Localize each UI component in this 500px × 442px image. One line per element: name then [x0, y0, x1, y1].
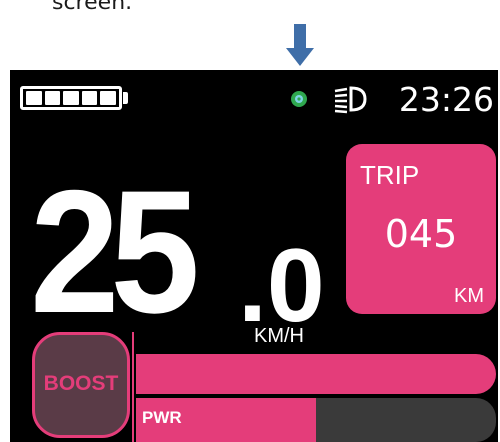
power-indicator-bar [136, 354, 496, 394]
battery-cell [44, 91, 61, 105]
trip-unit: KM [454, 285, 484, 307]
clock: 23:26 [398, 80, 494, 119]
battery-cell [100, 91, 116, 105]
status-bar: 23:26 [10, 70, 498, 128]
caption-text: screen. [52, 0, 133, 15]
battery-cell [26, 91, 42, 105]
trip-card[interactable]: TRIP 045 KM [346, 144, 496, 314]
battery-tip [123, 92, 128, 104]
trip-label: TRIP [360, 160, 420, 190]
bike-display-screen: 23:26 25 .0 KM/H TRIP 045 KM BOOST PWR [10, 70, 498, 442]
speed-unit: KM/H [254, 325, 304, 347]
battery-cell [81, 91, 98, 105]
power-level-track [136, 398, 496, 442]
pwr-label: PWR [142, 408, 182, 427]
speed-decimal: .0 [238, 228, 325, 344]
boost-button[interactable]: BOOST [32, 332, 130, 438]
gps-status-icon [291, 91, 307, 107]
battery-icon [20, 86, 122, 110]
trip-value: 045 [384, 212, 458, 256]
battery-cell [63, 91, 79, 105]
boost-label: BOOST [43, 372, 119, 395]
divider [132, 332, 134, 442]
down-arrow-icon [286, 24, 314, 66]
speed-value: 25 [30, 155, 200, 350]
headlight-icon [334, 86, 367, 114]
